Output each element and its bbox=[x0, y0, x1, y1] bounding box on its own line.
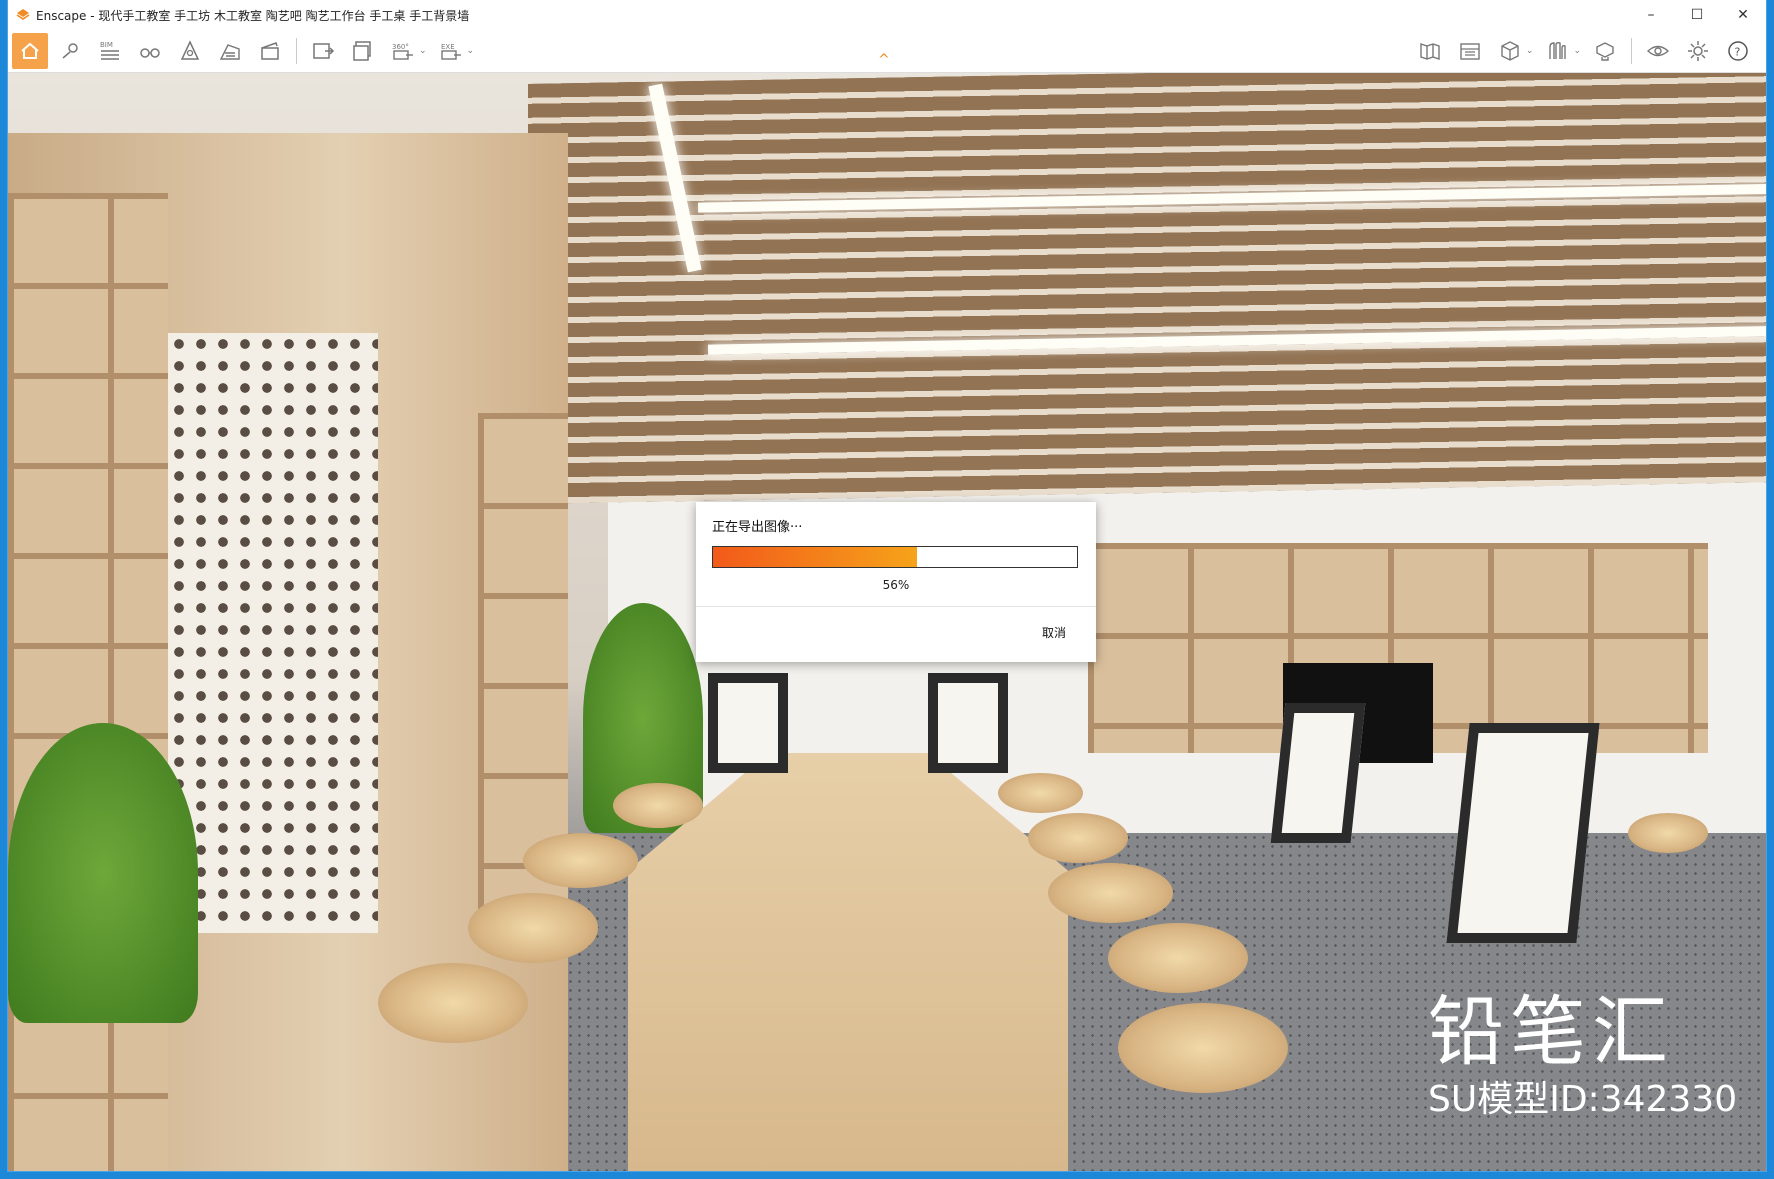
help-icon: ? bbox=[1728, 41, 1748, 61]
binoculars-button[interactable] bbox=[132, 33, 168, 69]
wood-stump-stool bbox=[998, 773, 1083, 813]
progress-percent-text: 56% bbox=[882, 578, 910, 592]
gear-icon bbox=[1688, 41, 1708, 61]
archive-button[interactable] bbox=[172, 33, 208, 69]
svg-text:?: ? bbox=[1735, 46, 1741, 59]
left-cubby-shelves bbox=[8, 193, 168, 1171]
watermark-brand: 铅笔汇 bbox=[1428, 987, 1674, 1076]
wood-stump-stool bbox=[1028, 813, 1128, 863]
maximize-button[interactable]: ☐ bbox=[1674, 0, 1720, 30]
book-button[interactable] bbox=[1412, 33, 1448, 69]
drawing-easel bbox=[708, 673, 788, 773]
material-library-button[interactable] bbox=[1452, 33, 1488, 69]
svg-text:BIM: BIM bbox=[100, 41, 113, 49]
library-icon bbox=[1460, 43, 1480, 60]
exe-export-button[interactable]: EXE bbox=[433, 33, 469, 69]
export-progress-dialog: 正在导出图像··· 56% 取消 bbox=[696, 502, 1096, 662]
wood-stump-stool bbox=[1048, 863, 1173, 923]
wood-stump-stool bbox=[1108, 923, 1248, 993]
building-icon bbox=[219, 44, 240, 60]
toolbar-separator bbox=[296, 38, 297, 64]
view-management-button[interactable] bbox=[52, 33, 88, 69]
pegboard-tool-wall bbox=[168, 333, 378, 933]
window-controls: – ☐ ✕ bbox=[1628, 0, 1766, 30]
wood-stump-stool bbox=[613, 783, 703, 828]
batch-export-icon bbox=[353, 41, 371, 61]
asset-library-button[interactable] bbox=[1539, 33, 1575, 69]
screenshot-export-button[interactable] bbox=[305, 33, 341, 69]
close-button[interactable]: ✕ bbox=[1720, 0, 1766, 30]
panorama-export-icon: 360° bbox=[392, 43, 413, 60]
archive-icon bbox=[180, 40, 200, 60]
wood-stump-stool bbox=[378, 963, 528, 1043]
clapper-icon bbox=[261, 42, 279, 60]
bim-list-icon: BIM bbox=[100, 41, 119, 60]
settings-button[interactable] bbox=[1680, 33, 1716, 69]
wood-stump-stool bbox=[1628, 813, 1708, 853]
wood-slat-ceiling bbox=[528, 73, 1766, 504]
window-title: Enscape - 现代手工教室 手工坊 木工教室 陶艺吧 陶艺工作台 手工桌 … bbox=[36, 8, 470, 23]
drawing-easel bbox=[1270, 703, 1366, 843]
book-icon bbox=[1420, 43, 1440, 60]
drawing-easel bbox=[928, 673, 1008, 773]
toolbar-separator bbox=[1631, 38, 1632, 64]
wood-stump-stool bbox=[1118, 1003, 1288, 1093]
visibility-button[interactable] bbox=[1640, 33, 1676, 69]
minimize-button[interactable]: – bbox=[1628, 0, 1674, 30]
bim-button[interactable]: BIM bbox=[92, 33, 128, 69]
help-button[interactable]: ? bbox=[1720, 33, 1756, 69]
cube-button[interactable] bbox=[1492, 33, 1528, 69]
toolbar-right-group: ⌄ ⌄ ? bbox=[1410, 30, 1758, 72]
wood-stump-stool bbox=[468, 893, 598, 963]
exe-export-icon: EXE bbox=[441, 43, 461, 60]
title-bar[interactable]: Enscape - 现代手工教室 手工坊 木工教室 陶艺吧 陶艺工作台 手工桌 … bbox=[8, 0, 1766, 30]
home-icon bbox=[21, 42, 39, 59]
potted-plant bbox=[8, 723, 198, 1023]
dialog-divider bbox=[696, 606, 1096, 607]
cube-icon bbox=[1501, 41, 1519, 61]
enscape-logo-icon bbox=[16, 9, 30, 20]
home-button[interactable] bbox=[12, 33, 48, 69]
svg-text:EXE: EXE bbox=[441, 43, 455, 51]
wood-stump-stool bbox=[523, 833, 638, 888]
enscape-window: Enscape - 现代手工教室 手工坊 木工教室 陶艺吧 陶艺工作台 手工桌 … bbox=[8, 0, 1766, 1171]
binoculars-icon bbox=[140, 48, 160, 58]
cancel-button[interactable]: 取消 bbox=[1042, 624, 1066, 641]
watermark-model-id: SU模型ID:342330 bbox=[1428, 1079, 1738, 1120]
export-progress-fill bbox=[713, 547, 917, 567]
map-pin-icon bbox=[62, 43, 78, 59]
asset-icon bbox=[1549, 42, 1567, 59]
export-progress-bar bbox=[712, 546, 1078, 568]
building-button[interactable] bbox=[212, 33, 248, 69]
batch-export-button[interactable] bbox=[345, 33, 381, 69]
panorama-export-button[interactable]: 360° bbox=[385, 33, 421, 69]
settings-panel-icon bbox=[1596, 42, 1614, 61]
video-editor-button[interactable] bbox=[252, 33, 288, 69]
drawing-easel bbox=[1446, 723, 1600, 943]
dialog-title: 正在导出图像··· bbox=[712, 520, 803, 535]
collapse-toolbar-arrow-icon[interactable]: ^ bbox=[878, 52, 890, 68]
svg-text:360°: 360° bbox=[392, 43, 409, 51]
eye-icon bbox=[1646, 45, 1670, 57]
settings-panel-button[interactable] bbox=[1587, 33, 1623, 69]
screenshot-export-icon bbox=[313, 43, 335, 59]
